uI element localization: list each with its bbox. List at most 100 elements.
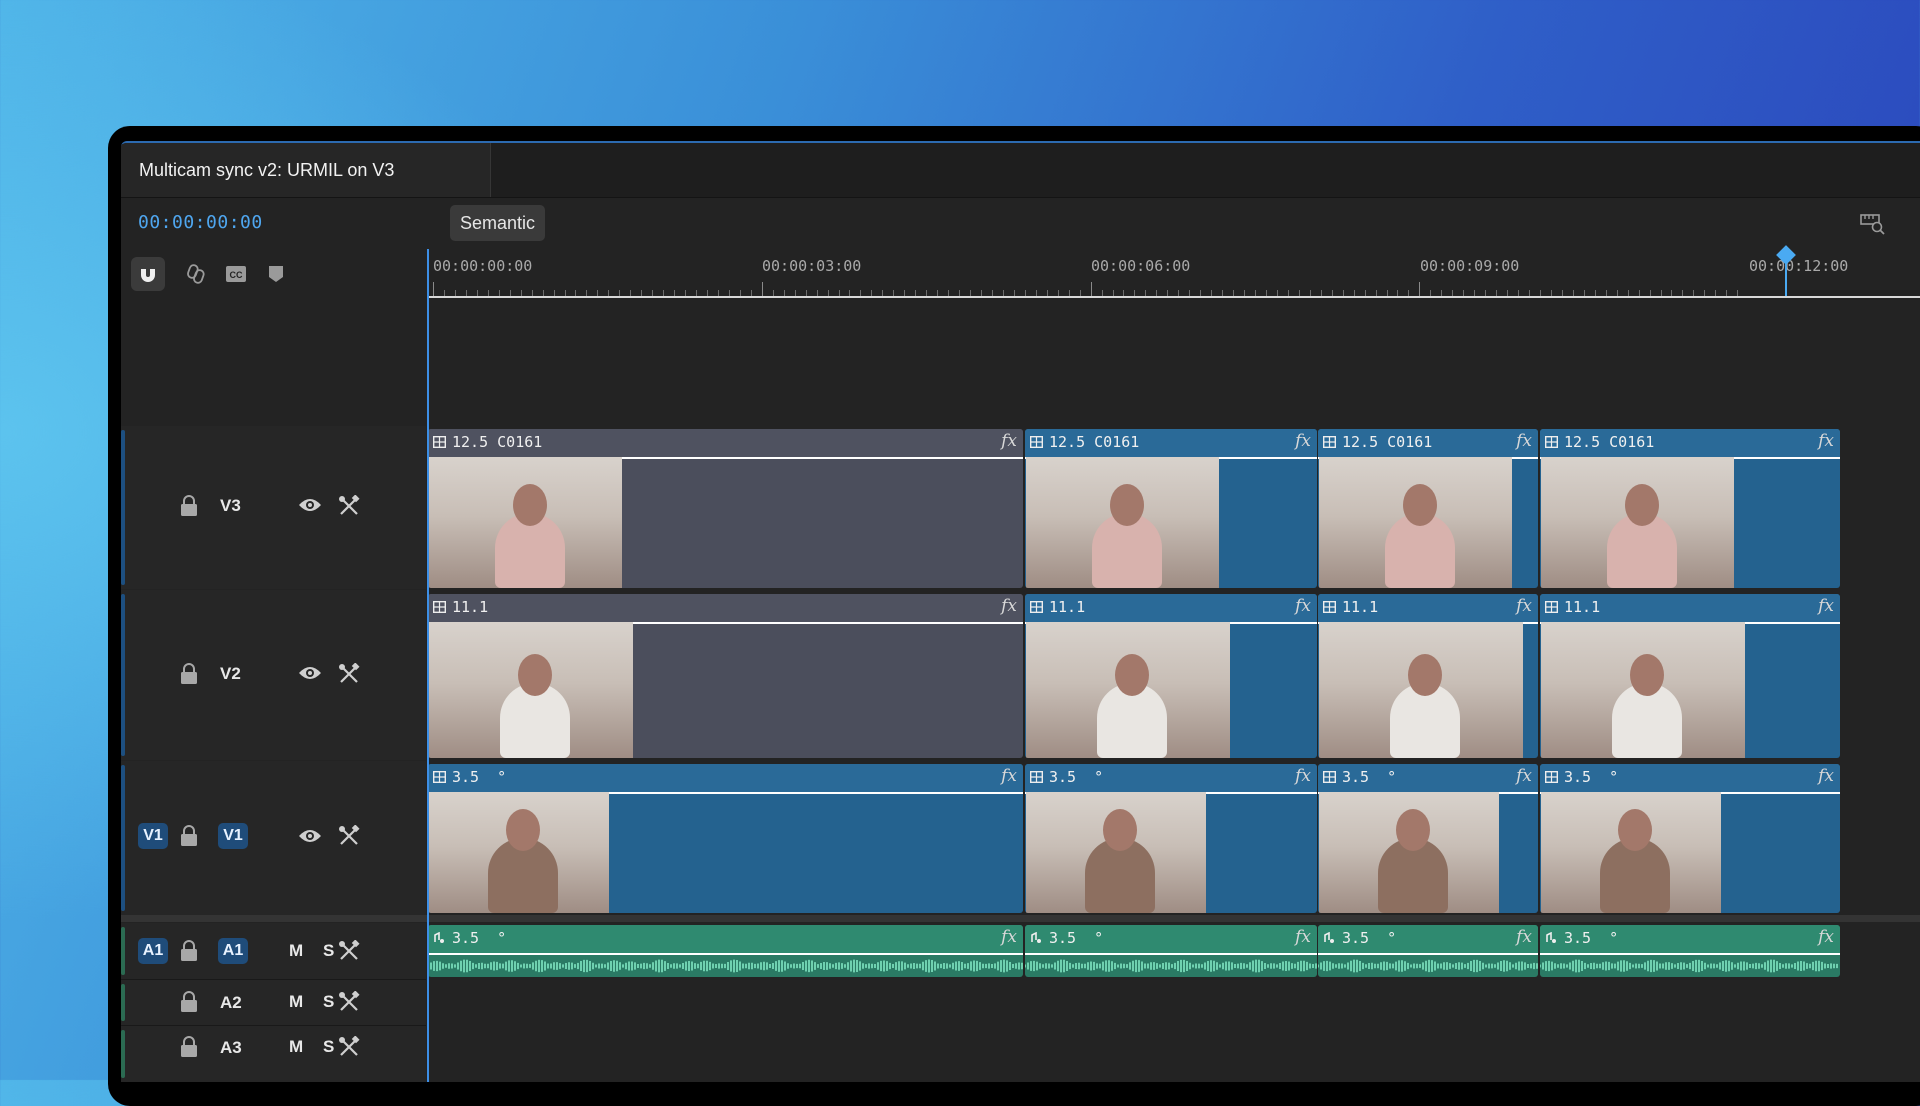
ruler-tick	[1090, 282, 1092, 296]
ruler-tick	[783, 290, 785, 296]
semantic-button[interactable]: Semantic	[450, 205, 546, 241]
ruler-tick	[608, 290, 610, 296]
clip-title: 11.1	[1564, 598, 1601, 616]
clip-header: 3.5 ° fx	[1540, 764, 1840, 794]
playhead-line[interactable]	[427, 249, 429, 1082]
video-clip[interactable]: 3.5 ° fx	[1318, 764, 1538, 913]
eye-icon[interactable]	[298, 828, 322, 844]
tools-icon[interactable]	[338, 940, 360, 962]
video-clip[interactable]: 12.5 C0161 fx	[1540, 429, 1840, 588]
track-target-a1[interactable]: A1	[218, 938, 248, 964]
clip-header: 3.5 ° fx	[1025, 925, 1317, 955]
person-head	[1408, 654, 1442, 696]
snap-button[interactable]	[131, 257, 165, 291]
solo-button[interactable]: S	[323, 941, 334, 961]
tools-icon[interactable]	[338, 495, 360, 517]
mute-button[interactable]: M	[289, 992, 303, 1012]
mute-button[interactable]: M	[289, 1037, 303, 1057]
fx-badge[interactable]: fx	[1818, 927, 1834, 947]
solo-button[interactable]: S	[323, 992, 334, 1012]
audio-clip[interactable]: 3.5 ° fx	[1540, 925, 1840, 977]
tools-icon[interactable]	[338, 991, 360, 1013]
audio-waveform	[1025, 959, 1317, 973]
fx-badge[interactable]: fx	[1295, 766, 1311, 786]
video-clip[interactable]: 12.5 C0161 fx	[428, 429, 1023, 588]
ruler-tick	[1671, 290, 1673, 296]
multicam-icon	[1323, 771, 1336, 783]
source-patch-v1[interactable]: V1	[138, 823, 168, 849]
audio-waveform	[1540, 959, 1838, 973]
track-edge	[121, 594, 125, 756]
add-marker-button[interactable]	[259, 257, 293, 291]
time-ruler[interactable]: 00:00:00:00 00:00:03:00 00:00:06:00 00:0…	[427, 245, 1920, 298]
track-target-v1[interactable]: V1	[218, 823, 248, 849]
clip-header: 11.1 fx	[1318, 594, 1538, 624]
lock-icon[interactable]	[179, 1036, 199, 1058]
audio-clip[interactable]: 3.5 ° fx	[428, 925, 1023, 977]
fx-badge[interactable]: fx	[1818, 431, 1834, 451]
fx-badge[interactable]: fx	[1001, 431, 1017, 451]
captions-icon: CC	[226, 266, 246, 282]
lock-icon[interactable]	[179, 825, 199, 847]
ruler-tick	[1222, 290, 1224, 296]
fx-badge[interactable]: fx	[1001, 927, 1017, 947]
ruler-tick	[827, 290, 829, 296]
clip-title: 11.1	[1342, 598, 1379, 616]
person-head	[512, 484, 547, 526]
fx-badge[interactable]: fx	[1516, 766, 1532, 786]
fx-badge[interactable]: fx	[1516, 927, 1532, 947]
audio-waveform	[428, 959, 1023, 973]
zoom-to-fit-icon[interactable]	[1860, 213, 1886, 235]
ruler-tick	[1112, 290, 1114, 296]
fx-badge[interactable]: fx	[1818, 766, 1834, 786]
fx-badge[interactable]: fx	[1001, 596, 1017, 616]
lock-icon[interactable]	[179, 991, 199, 1013]
clip-title: 12.5 C0161	[1564, 433, 1655, 451]
ruler-tick	[1255, 290, 1256, 296]
lock-icon[interactable]	[179, 940, 199, 962]
fx-badge[interactable]: fx	[1516, 596, 1532, 616]
solo-button[interactable]: S	[323, 1037, 334, 1057]
audio-clip[interactable]: 3.5 ° fx	[1318, 925, 1538, 977]
track-area-a1[interactable]: 3.5 ° fx 3.5 ° fx 3.5 ° fx 3.5 ° fx	[427, 923, 1920, 979]
fx-badge[interactable]: fx	[1295, 927, 1311, 947]
lock-icon[interactable]	[179, 663, 199, 685]
fx-badge[interactable]: fx	[1818, 596, 1834, 616]
mute-button[interactable]: M	[289, 941, 303, 961]
sequence-tab[interactable]: Multicam sync v2: URMIL on V3	[121, 143, 491, 197]
tools-icon[interactable]	[338, 1036, 360, 1058]
fx-badge[interactable]: fx	[1295, 596, 1311, 616]
linked-selection-button[interactable]	[179, 257, 213, 291]
video-clip[interactable]: 3.5 ° fx	[428, 764, 1023, 913]
track-area-v1[interactable]: 3.5 ° fx 3.5 ° fx 3.5 ° fx 3.5 ° fx	[427, 762, 1920, 915]
video-clip[interactable]: 3.5 ° fx	[1540, 764, 1840, 913]
eye-icon[interactable]	[298, 497, 322, 513]
track-area-v3[interactable]: 12.5 C0161 fx 12.5 C0161 fx 12.5 C0161 fx 12.5…	[427, 427, 1920, 590]
video-clip[interactable]: 11.1 fx	[428, 594, 1023, 758]
playhead-timecode[interactable]: 00:00:00:00	[138, 212, 263, 233]
person-head	[518, 654, 552, 696]
tools-icon[interactable]	[338, 663, 360, 685]
audio-clip[interactable]: 3.5 ° fx	[1025, 925, 1317, 977]
video-clip[interactable]: 12.5 C0161 fx	[1025, 429, 1317, 588]
video-clip[interactable]: 11.1 fx	[1025, 594, 1317, 758]
lock-icon[interactable]	[179, 495, 199, 517]
video-clip[interactable]: 11.1 fx	[1540, 594, 1840, 758]
fx-badge[interactable]: fx	[1516, 431, 1532, 451]
tools-icon[interactable]	[338, 825, 360, 847]
track-area-v2[interactable]: 11.1 fx 11.1 fx 11.1 fx 11.1 fx	[427, 592, 1920, 760]
fx-badge[interactable]: fx	[1295, 431, 1311, 451]
clip-title: 3.5 °	[452, 929, 507, 947]
source-patch-a1[interactable]: A1	[138, 938, 168, 964]
ruler-tick	[1276, 290, 1278, 296]
audio-clip-icon	[1031, 932, 1041, 943]
video-clip[interactable]: 3.5 ° fx	[1025, 764, 1317, 913]
eye-icon[interactable]	[298, 665, 322, 681]
fx-badge[interactable]: fx	[1001, 766, 1017, 786]
video-clip[interactable]: 12.5 C0161 fx	[1318, 429, 1538, 588]
ruler-tick	[1057, 290, 1059, 296]
captions-button[interactable]: CC	[219, 257, 253, 291]
video-audio-divider[interactable]	[121, 915, 1920, 922]
ruler-tick	[1638, 290, 1640, 296]
video-clip[interactable]: 11.1 fx	[1318, 594, 1538, 758]
